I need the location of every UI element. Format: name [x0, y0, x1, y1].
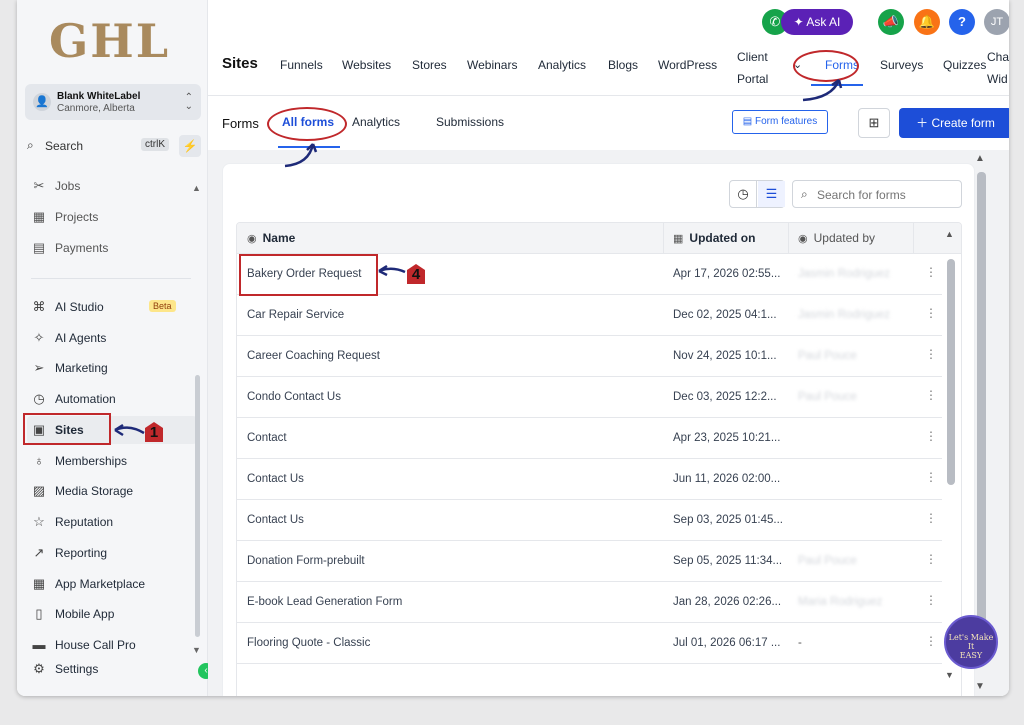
page-scroll-up[interactable]: ▲ [975, 153, 985, 164]
app-window: GHL 👤 Blank WhiteLabel Canmore, Alberta … [17, 0, 1009, 696]
watermark-line3: EASY [959, 651, 983, 660]
page-scrollbar[interactable] [977, 172, 986, 652]
watermark-line1: Let's Make [948, 633, 994, 642]
watermark-logo: Let's Make It EASY [944, 615, 998, 669]
annotation-arrows [114, 78, 843, 437]
watermark-line2: It [967, 642, 975, 651]
annotation-arrow-1-head [114, 423, 124, 437]
page-scroll-down[interactable]: ▼ [975, 681, 985, 692]
